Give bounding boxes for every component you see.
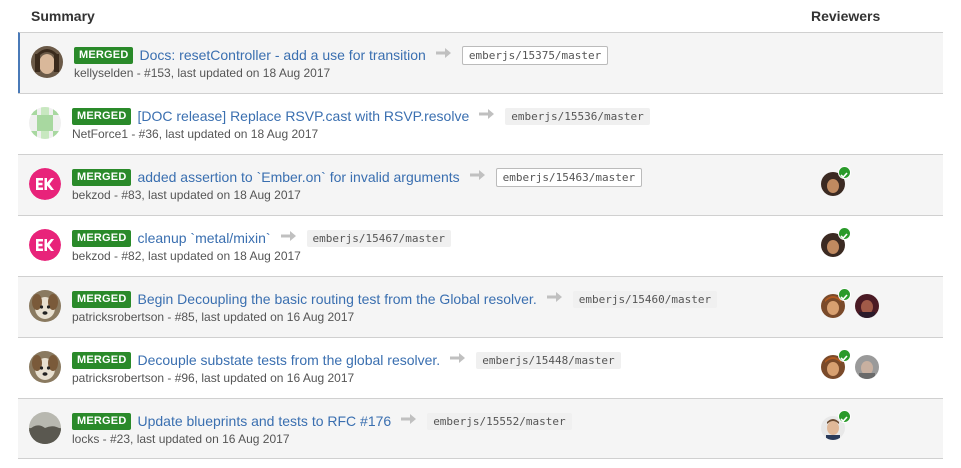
merged-badge: MERGED	[72, 351, 132, 369]
reviewer-avatar[interactable]	[821, 227, 851, 257]
author-avatar[interactable]	[29, 168, 61, 200]
target-branch-label: emberjs/15463/master	[495, 167, 643, 187]
pull-request-meta: NetForce1 - #36, last updated on 18 Aug …	[72, 127, 319, 141]
author-avatar[interactable]	[29, 351, 61, 383]
pull-request-title-link[interactable]: added assertion to `Ember.on` for invali…	[137, 169, 459, 185]
target-branch-label: emberjs/15552/master	[427, 412, 572, 430]
merged-badge: MERGED	[72, 412, 132, 430]
arrow-right-icon	[280, 229, 297, 247]
pull-request-title-link[interactable]: Docs: resetController - add a use for tr…	[139, 47, 425, 63]
pull-request-row[interactable]: MERGED Update blueprints and tests to RF…	[18, 398, 943, 459]
approved-check-icon	[838, 410, 851, 423]
approved-check-icon	[838, 227, 851, 240]
pull-request-title-link[interactable]: [DOC release] Replace RSVP.cast with RSV…	[137, 108, 469, 124]
reviewers-column-header: Reviewers	[811, 8, 881, 24]
reviewer-avatar[interactable]	[821, 288, 851, 318]
pull-request-meta: locks - #23, last updated on 16 Aug 2017	[72, 432, 290, 446]
merged-badge: MERGED	[72, 290, 132, 308]
pull-request-meta: bekzod - #82, last updated on 18 Aug 201…	[72, 249, 301, 263]
target-branch-label: emberjs/15375/master	[461, 45, 609, 65]
pull-request-meta: patricksrobertson - #85, last updated on…	[72, 310, 355, 324]
pull-request-row[interactable]: MERGED Docs: resetController - add a use…	[18, 32, 943, 93]
pull-request-title-link[interactable]: Decouple substate tests from the global …	[137, 352, 440, 368]
reviewers-list	[821, 410, 855, 440]
author-avatar[interactable]	[31, 46, 63, 78]
pull-request-row[interactable]: MERGED Decouple substate tests from the …	[18, 337, 943, 398]
pull-request-meta: patricksrobertson - #96, last updated on…	[72, 371, 355, 385]
list-header: Summary Reviewers	[0, 0, 961, 32]
merged-badge: MERGED	[72, 168, 132, 186]
merged-badge: MERGED	[72, 107, 132, 125]
reviewer-avatar[interactable]	[821, 349, 851, 379]
merged-badge: MERGED	[72, 229, 132, 247]
target-branch-label: emberjs/15536/master	[505, 107, 650, 125]
reviewers-list	[821, 227, 855, 257]
target-branch-label: emberjs/15460/master	[572, 290, 718, 308]
pull-request-title-link[interactable]: Begin Decoupling the basic routing test …	[137, 291, 536, 307]
reviewer-avatar[interactable]	[855, 294, 879, 318]
arrow-right-icon	[546, 290, 563, 308]
approved-check-icon	[838, 288, 851, 301]
target-branch-label: emberjs/15467/master	[306, 229, 451, 247]
author-avatar[interactable]	[29, 107, 61, 139]
arrow-right-icon	[469, 168, 486, 186]
reviewers-list	[821, 288, 889, 318]
arrow-right-icon	[435, 46, 452, 64]
arrow-right-icon	[401, 412, 417, 430]
summary-column-header: Summary	[31, 8, 95, 24]
pull-request-row[interactable]: MERGED added assertion to `Ember.on` for…	[18, 154, 943, 215]
pull-request-title-link[interactable]: cleanup `metal/mixin`	[137, 230, 270, 246]
author-avatar[interactable]	[29, 229, 61, 261]
pull-request-row[interactable]: MERGED [DOC release] Replace RSVP.cast w…	[18, 93, 943, 154]
pull-request-meta: kellyselden - #153, last updated on 18 A…	[74, 66, 331, 80]
author-avatar[interactable]	[29, 290, 61, 322]
pull-request-list: MERGED Docs: resetController - add a use…	[18, 32, 943, 459]
reviewer-avatar[interactable]	[821, 166, 851, 196]
pull-request-row[interactable]: MERGED Begin Decoupling the basic routin…	[18, 276, 943, 337]
pull-request-meta: bekzod - #83, last updated on 18 Aug 201…	[72, 188, 301, 202]
approved-check-icon	[838, 349, 851, 362]
reviewers-list	[821, 166, 855, 196]
target-branch-label: emberjs/15448/master	[476, 351, 621, 369]
reviewer-avatar[interactable]	[821, 410, 851, 440]
pull-request-row[interactable]: MERGED cleanup `metal/mixin` emberjs/154…	[18, 215, 943, 276]
merged-badge: MERGED	[74, 46, 134, 64]
reviewer-avatar[interactable]	[855, 355, 879, 379]
arrow-right-icon	[479, 107, 495, 125]
author-avatar[interactable]	[29, 412, 61, 444]
reviewers-list	[821, 349, 889, 379]
approved-check-icon	[838, 166, 851, 179]
pull-request-title-link[interactable]: Update blueprints and tests to RFC #176	[137, 413, 391, 429]
arrow-right-icon	[450, 351, 466, 369]
